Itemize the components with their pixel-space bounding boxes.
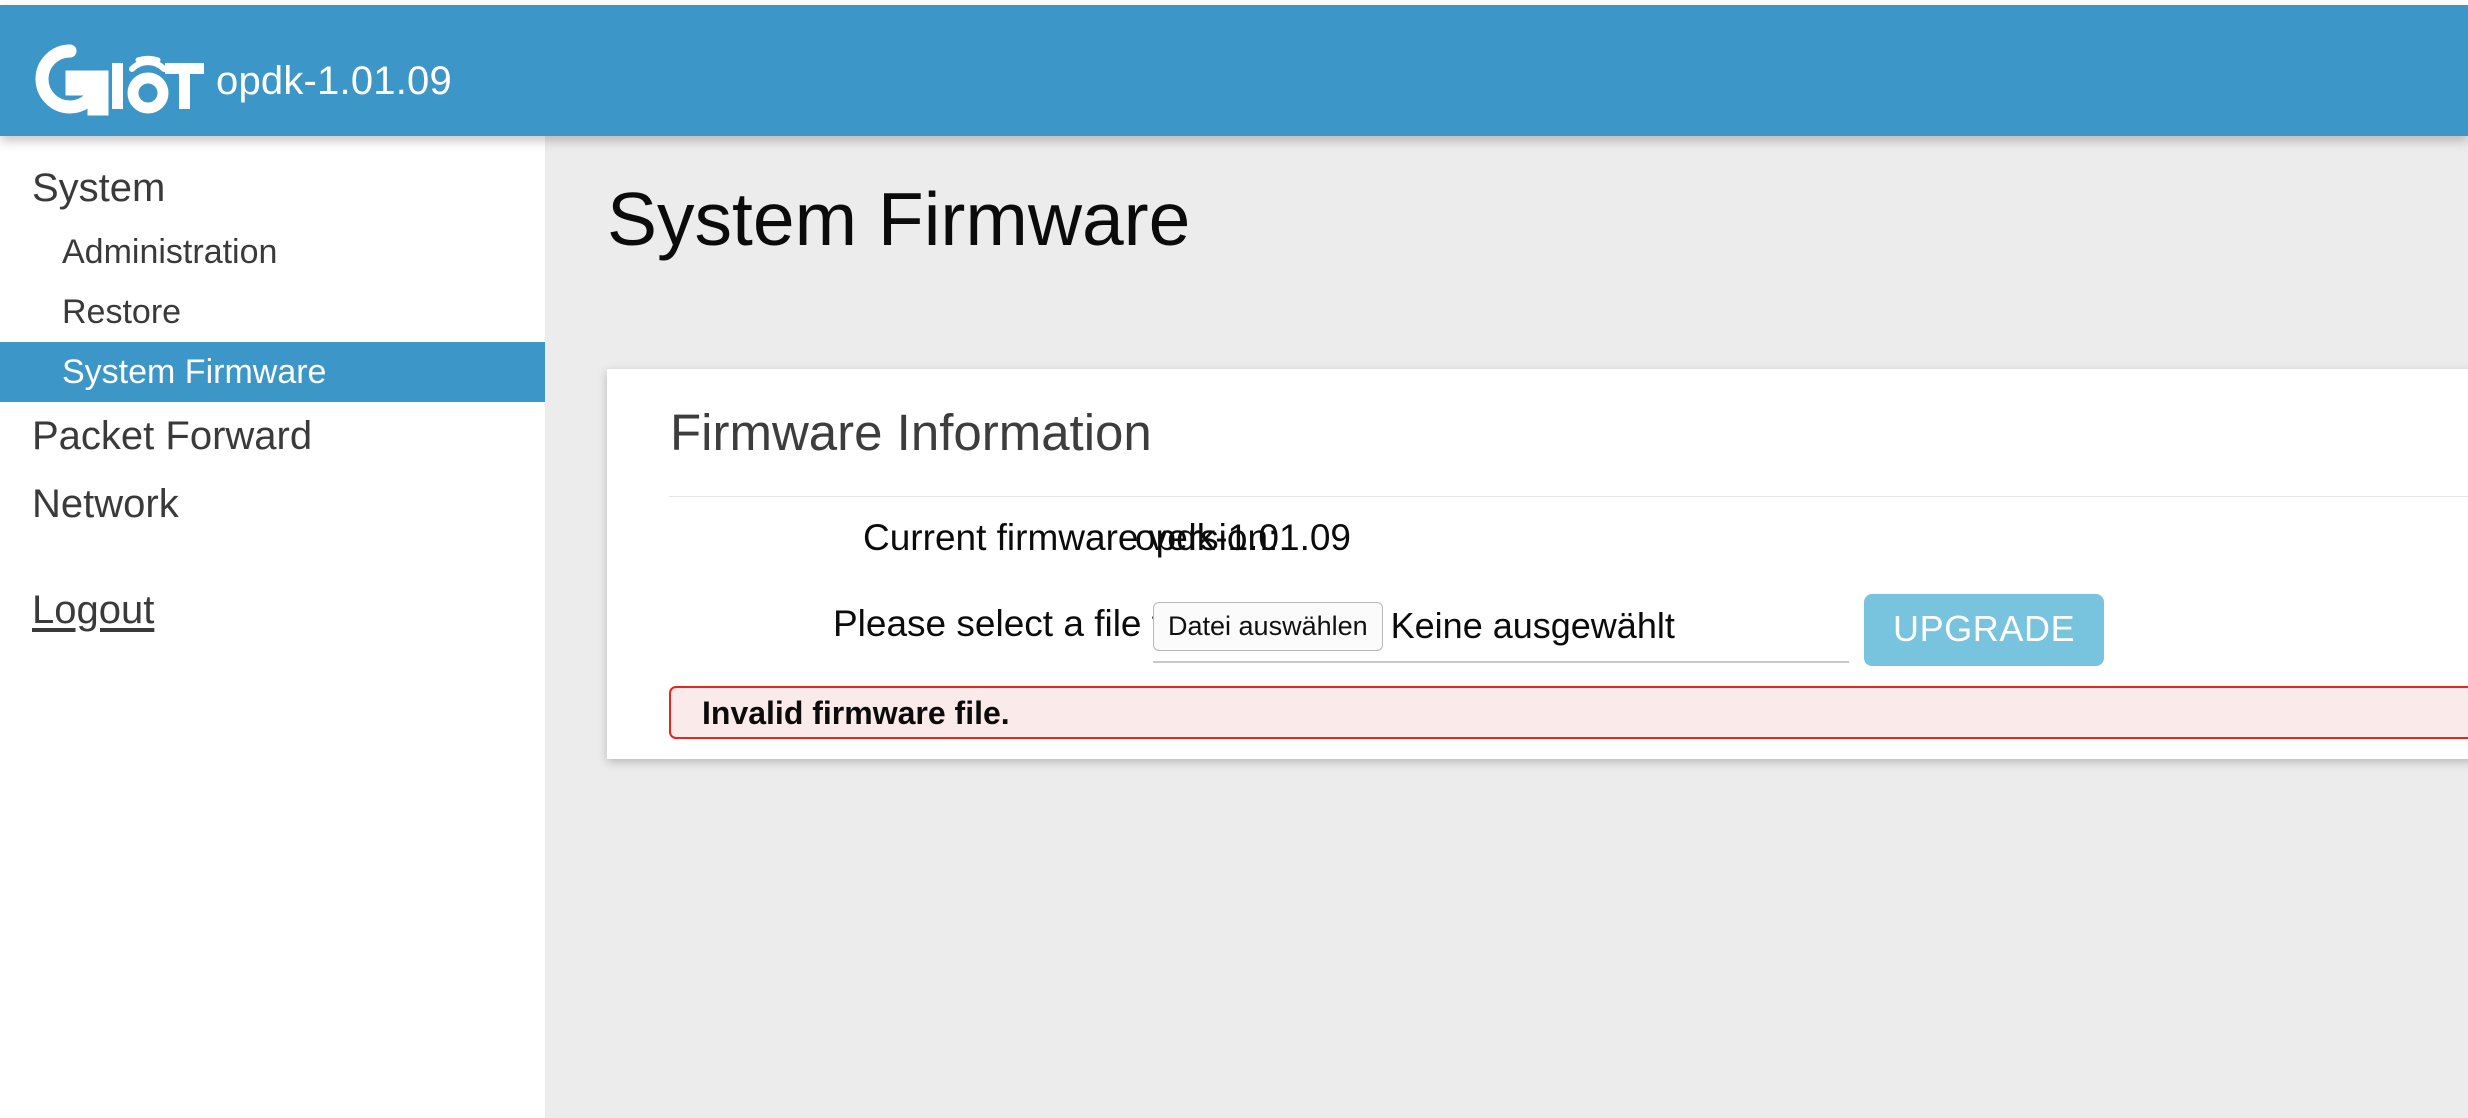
card-divider (669, 496, 2468, 497)
sidebar-item-packet-forward[interactable]: Packet Forward (0, 402, 545, 470)
sidebar-item-system[interactable]: System (0, 154, 545, 222)
brand[interactable]: opdk-1.01.09 (26, 15, 452, 125)
app-header: opdk-1.01.09 (0, 5, 2468, 136)
firmware-version-row: Current firmware version: opdk-1.01.09 (607, 519, 2468, 579)
sidebar-item-network[interactable]: Network (0, 470, 545, 538)
firmware-upload-row: Please select a file to upgrade: Datei a… (607, 591, 2468, 671)
upgrade-button[interactable]: UPGRADE (1864, 594, 2105, 666)
header-firmware-version: opdk-1.01.09 (216, 59, 452, 103)
sidebar-item-system-firmware[interactable]: System Firmware (0, 342, 545, 402)
giot-logo-icon (26, 33, 204, 125)
current-firmware-version-value: opdk-1.01.09 (1135, 517, 1352, 558)
app-window: opdk-1.01.09 System Administration Resto… (0, 0, 2468, 1118)
file-selection-status: Keine ausgewählt (1390, 605, 1675, 646)
page-title: System Firmware (607, 177, 1191, 261)
main-content: System Firmware Firmware Information Cur… (545, 136, 2468, 1118)
logout-link[interactable]: Logout (32, 590, 154, 630)
error-alert-message: Invalid firmware file. (702, 694, 1010, 731)
error-alert: Invalid firmware file. (669, 686, 2468, 739)
sidebar-item-restore[interactable]: Restore (0, 282, 545, 342)
choose-file-button[interactable]: Datei auswählen (1153, 601, 1383, 651)
file-input-field[interactable]: Datei auswählen Keine ausgewählt (1153, 591, 1849, 663)
firmware-information-card: Firmware Information Current firmware ve… (607, 369, 2468, 759)
sidebar-navigation: System Administration Restore System Fir… (0, 136, 545, 1118)
sidebar-item-administration[interactable]: Administration (0, 222, 545, 282)
card-title: Firmware Information (670, 404, 1152, 461)
